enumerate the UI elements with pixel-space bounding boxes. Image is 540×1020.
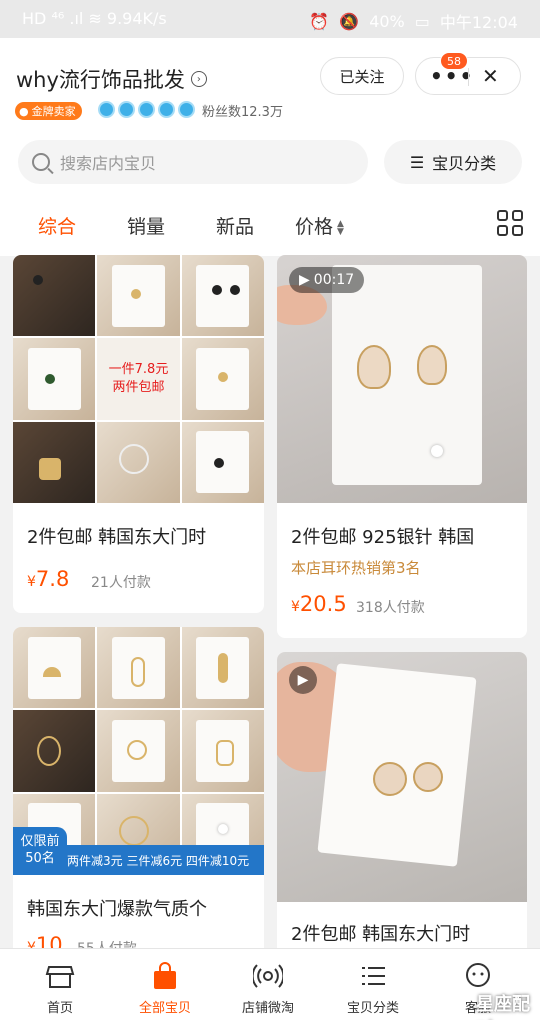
promo-line-1: 一件7.8元 bbox=[108, 361, 169, 377]
product-price: ¥7.8 bbox=[27, 567, 69, 591]
video-badge[interactable]: ▶ 00:17 bbox=[289, 267, 365, 293]
sort-tab-price[interactable]: 价格 ▲ ▼ bbox=[295, 212, 344, 239]
tab-all-items-label: 全部宝贝 bbox=[138, 1001, 191, 1016]
product-card[interactable]: ▶ 2件包邮 韩国东大门时 bbox=[277, 652, 527, 957]
shopping-bag-icon bbox=[150, 961, 180, 991]
earring-right bbox=[413, 762, 443, 792]
price-value: 20.5 bbox=[299, 592, 347, 616]
list-icon bbox=[358, 961, 388, 991]
sold-count: 318人付款 bbox=[356, 600, 425, 616]
pearl bbox=[431, 445, 443, 457]
capsule-divider bbox=[468, 68, 469, 86]
crown-icon bbox=[178, 101, 195, 118]
status-bar: HD ⁴⁶ .ıl ≋ 9.94K/s ⏰ 🔕 40% ▭ 中午12:04 bbox=[0, 0, 540, 38]
earring-card bbox=[332, 265, 482, 485]
product-title: 2件包邮 韩国东大门时 bbox=[291, 924, 471, 945]
product-title: 韩国东大门爆款气质个 bbox=[27, 899, 207, 920]
bottom-tab-bar: 首页 全部宝贝 店铺微淘 宝贝分类 客服 bbox=[0, 948, 540, 1020]
currency-symbol: ¥ bbox=[291, 599, 300, 615]
crown-icon bbox=[98, 101, 115, 118]
product-card[interactable]: 两件减3元 三件减6元 四件减10元 仅限前50名 韩国东大门爆款气质个 ¥10… bbox=[13, 627, 264, 957]
tab-categories[interactable]: 宝贝分类 bbox=[319, 949, 427, 1020]
play-icon: ▶ bbox=[297, 672, 309, 688]
follow-button[interactable]: 已关注 bbox=[320, 57, 404, 95]
chat-face-icon bbox=[463, 961, 493, 991]
sort-tab-sales[interactable]: 销量 bbox=[127, 212, 165, 239]
seller-rating-crowns bbox=[98, 101, 195, 118]
category-label: 宝贝分类 bbox=[432, 154, 497, 173]
sort-tab-comprehensive[interactable]: 综合 bbox=[38, 212, 76, 239]
search-input[interactable]: 搜索店内宝贝 bbox=[18, 140, 368, 184]
battery-icon: ▭ bbox=[414, 11, 430, 31]
crown-icon bbox=[138, 101, 155, 118]
chevron-right-icon: › bbox=[190, 71, 207, 87]
product-price: ¥20.5 bbox=[291, 592, 347, 616]
currency-symbol: ¥ bbox=[27, 574, 36, 590]
earring-left bbox=[373, 762, 407, 796]
tab-home-label: 首页 bbox=[46, 1001, 73, 1016]
gold-seller-badge: ● 金牌卖家 bbox=[15, 102, 82, 120]
product-title: 2件包邮 韩国东大门时 bbox=[27, 527, 207, 548]
sort-arrows-icon: ▲ ▼ bbox=[337, 218, 344, 237]
product-rank: 本店耳环热销第3名 bbox=[291, 559, 421, 577]
sold-count: 21人付款 bbox=[91, 575, 151, 591]
broadcast-icon bbox=[251, 961, 285, 991]
play-button[interactable]: ▶ bbox=[289, 666, 317, 694]
medal-icon: ● bbox=[19, 104, 29, 118]
alarm-icon: ⏰ bbox=[309, 11, 330, 31]
product-image: ▶ 00:17 bbox=[277, 255, 527, 503]
sort-tab-new[interactable]: 新品 bbox=[216, 212, 254, 239]
mini-program-capsule: ••• ✕ bbox=[415, 57, 521, 95]
category-button[interactable]: ☰ 宝贝分类 bbox=[384, 140, 522, 184]
product-title: 2件包邮 925银针 韩国 bbox=[291, 527, 475, 548]
search-row: 搜索店内宝贝 ☰ 宝贝分类 bbox=[0, 138, 540, 190]
shop-header: why流行饰品批发 › ● 金牌卖家 粉丝数12.3万 已关注 ••• ✕ 58 bbox=[0, 38, 540, 138]
product-card[interactable]: 一件7.8元 两件包邮 2件包邮 韩国东大门时 ¥7.8 21人付款 bbox=[13, 255, 264, 613]
battery-text: 40% bbox=[369, 11, 405, 31]
sort-bar: 综合 销量 新品 价格 ▲ ▼ bbox=[0, 190, 540, 256]
status-left: HD ⁴⁶ .ıl ≋ 9.94K/s bbox=[22, 9, 167, 28]
promo-card: 一件7.8元 两件包邮 bbox=[97, 338, 180, 420]
list-icon: ☰ bbox=[409, 152, 425, 172]
price-value: 7.8 bbox=[35, 567, 70, 591]
crown-icon bbox=[158, 101, 175, 118]
product-card[interactable]: ▶ 00:17 2件包邮 925银针 韩国 本店耳环热销第3名 ¥20.5 318… bbox=[277, 255, 527, 638]
promo-line-2: 两件包邮 bbox=[112, 379, 165, 395]
shop-name[interactable]: why流行饰品批发 › bbox=[16, 64, 207, 94]
tab-home[interactable]: 首页 bbox=[6, 949, 114, 1020]
search-placeholder: 搜索店内宝贝 bbox=[60, 154, 157, 173]
rabbit-earring-right bbox=[417, 345, 447, 385]
mute-icon: 🔕 bbox=[339, 11, 360, 31]
search-icon bbox=[32, 153, 50, 171]
notification-badge: 58 bbox=[440, 52, 468, 70]
watermark: 星座配对 bbox=[476, 994, 530, 1015]
gold-seller-label: 金牌卖家 bbox=[31, 105, 76, 118]
tab-weitao-label: 店铺微淘 bbox=[241, 1001, 294, 1016]
grid-view-icon[interactable] bbox=[497, 210, 523, 236]
storefront-icon bbox=[45, 961, 75, 991]
crown-icon bbox=[118, 101, 135, 118]
close-icon[interactable]: ✕ bbox=[482, 64, 499, 88]
status-network: HD ⁴⁶ .ıl ≋ 9.94K/s bbox=[22, 9, 167, 28]
play-icon: ▶ bbox=[299, 272, 310, 288]
video-duration: 00:17 bbox=[313, 272, 355, 288]
tab-all-items[interactable]: 全部宝贝 bbox=[111, 949, 219, 1020]
status-right: ⏰ 🔕 40% ▭ 中午12:04 bbox=[309, 9, 518, 33]
limited-tag: 仅限前50名 bbox=[13, 827, 67, 875]
clock: 中午12:04 bbox=[439, 13, 518, 32]
fans-count: 粉丝数12.3万 bbox=[202, 105, 283, 120]
sort-tab-price-label: 价格 bbox=[295, 216, 334, 238]
product-image: ▶ bbox=[277, 652, 527, 902]
rabbit-earring-left bbox=[357, 345, 391, 389]
tab-categories-label: 宝贝分类 bbox=[346, 1001, 399, 1016]
product-image: 一件7.8元 两件包邮 bbox=[13, 255, 264, 503]
shop-name-text: why流行饰品批发 bbox=[16, 68, 185, 92]
tab-weitao[interactable]: 店铺微淘 bbox=[214, 949, 322, 1020]
